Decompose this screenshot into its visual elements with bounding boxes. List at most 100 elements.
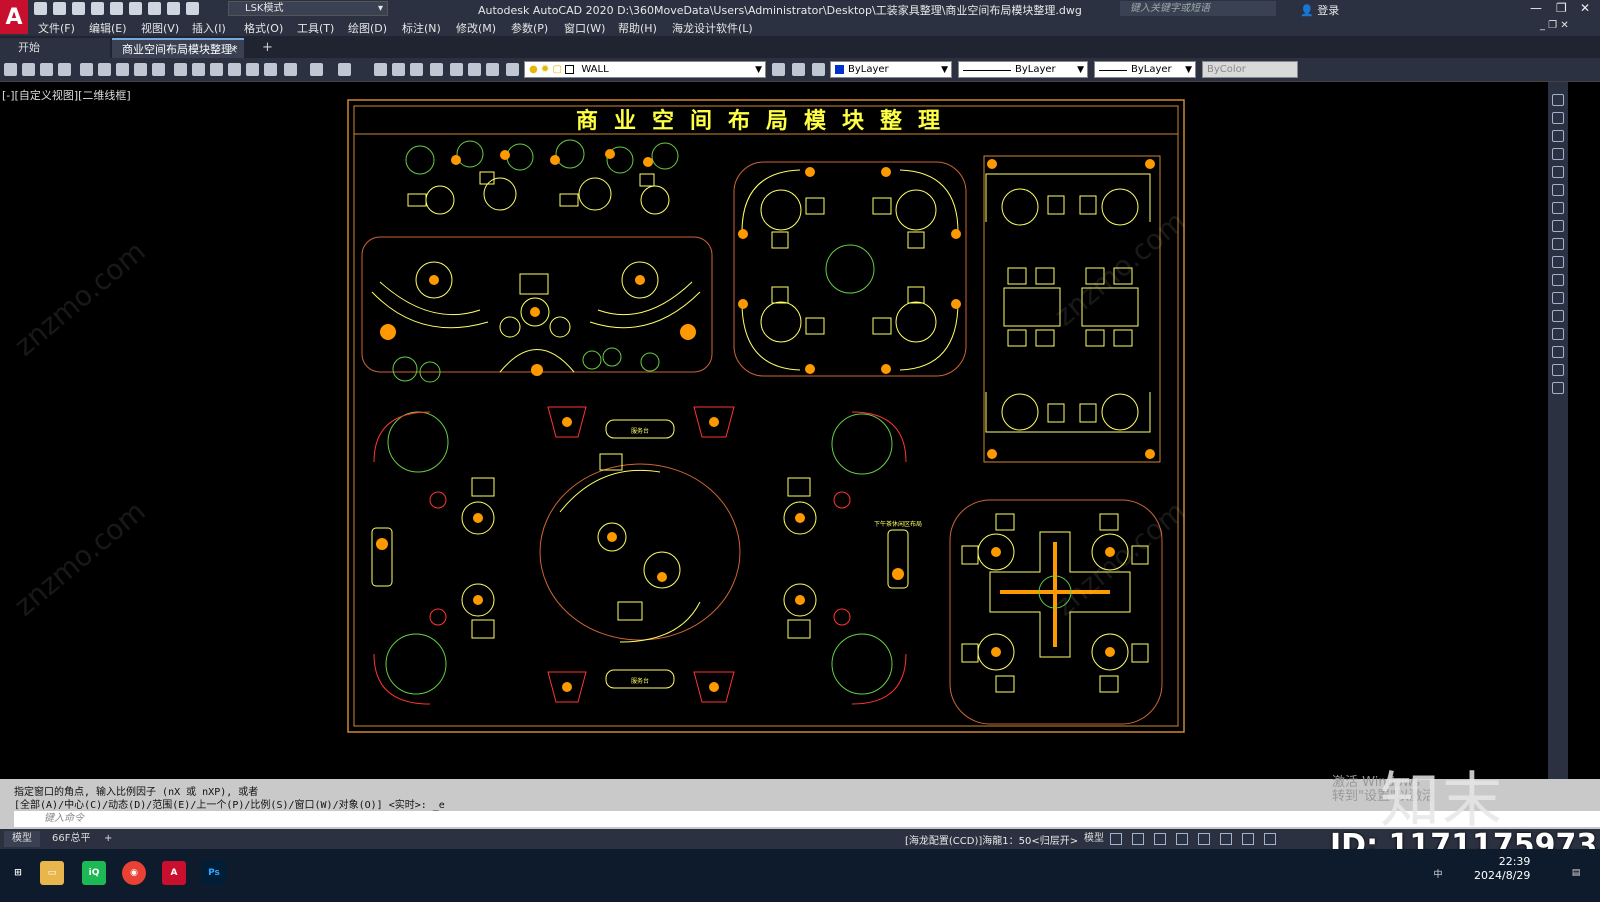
copy-icon[interactable] (134, 63, 147, 76)
tab-document[interactable]: 商业空间布局模块整理* × (112, 38, 244, 58)
menu-edit[interactable]: 编辑(E) (89, 20, 127, 36)
design-center-icon[interactable] (468, 63, 481, 76)
plot-icon[interactable] (129, 2, 142, 15)
doc-minimize-button[interactable]: _ ❐ ✕ (1540, 20, 1569, 31)
menu-view[interactable]: 视图(V) (141, 20, 179, 36)
menu-modify[interactable]: 修改(M) (456, 20, 496, 36)
block-editor-icon[interactable] (192, 63, 205, 76)
make-current-layer-icon[interactable] (772, 63, 785, 76)
insert-icon[interactable] (228, 63, 241, 76)
preview-icon[interactable] (80, 63, 93, 76)
menu-parameter[interactable]: 参数(P) (511, 20, 548, 36)
publish-icon[interactable] (110, 2, 123, 15)
command-input[interactable]: 键入命令 (14, 811, 1600, 827)
publish-icon[interactable] (98, 63, 111, 76)
close-icon[interactable]: × (229, 40, 238, 60)
match-properties-icon[interactable] (174, 63, 187, 76)
zoom-previous-icon[interactable] (430, 63, 443, 76)
iqiyi-icon[interactable]: iQ (82, 861, 106, 885)
menu-file[interactable]: 文件(F) (38, 20, 75, 36)
menu-insert[interactable]: 插入(I) (192, 20, 226, 36)
fillet-icon[interactable] (1552, 346, 1564, 358)
drawing-viewport[interactable]: [-][自定义视图][二维线框] 商业空间布局模块整理 服务台 服务台 下午茶休… (0, 82, 1548, 779)
save-as-icon[interactable] (91, 2, 104, 15)
new-icon[interactable] (4, 63, 17, 76)
menu-hailong[interactable]: 海龙设计软件(L) (672, 20, 753, 36)
pan-icon[interactable] (374, 63, 387, 76)
rotate-icon[interactable] (1552, 202, 1564, 214)
layer-manager-icon[interactable] (506, 63, 519, 76)
trim-icon[interactable] (1552, 256, 1564, 268)
redo-icon[interactable] (338, 63, 351, 76)
taskbar-clock[interactable]: 22:39 2024/8/29 (1474, 855, 1530, 883)
blend-icon[interactable] (1552, 364, 1564, 376)
autocad-taskbar-icon[interactable]: A (162, 861, 186, 885)
notification-icon[interactable]: ▤ (1566, 861, 1586, 885)
open-icon[interactable] (53, 2, 66, 15)
color-dropdown[interactable]: ByLayer ▼ (830, 61, 952, 78)
menu-draw[interactable]: 绘图(D) (348, 20, 387, 36)
move-icon[interactable] (1552, 184, 1564, 196)
color-icon[interactable] (284, 63, 297, 76)
osnap-icon[interactable] (1198, 833, 1210, 845)
copy-icon[interactable] (1552, 112, 1564, 124)
add-layout-button[interactable]: + (96, 831, 120, 847)
save-icon[interactable] (72, 2, 85, 15)
menu-tools[interactable]: 工具(T) (297, 20, 334, 36)
properties-icon[interactable] (450, 63, 463, 76)
block-icon[interactable] (210, 63, 223, 76)
extend-icon[interactable] (1552, 274, 1564, 286)
tab-start[interactable]: 开始 (0, 38, 110, 58)
annotation-icon[interactable] (1264, 833, 1276, 845)
text-icon[interactable] (246, 63, 259, 76)
lineweight-dropdown[interactable]: ByLayer ▼ (1094, 61, 1196, 78)
ortho-icon[interactable] (1154, 833, 1166, 845)
plot-icon[interactable] (58, 63, 71, 76)
autocad-logo-icon[interactable]: A (0, 0, 28, 34)
polar-icon[interactable] (1176, 833, 1188, 845)
break-icon[interactable] (1552, 292, 1564, 304)
add-tab-button[interactable]: + (262, 40, 273, 55)
layer-dropdown[interactable]: ● ✹ ▢ WALL ▼ (524, 61, 766, 78)
otrack-icon[interactable] (1220, 833, 1232, 845)
tab-model[interactable]: 模型 (4, 831, 40, 847)
close-button[interactable]: ✕ (1580, 1, 1590, 15)
undo-icon[interactable] (167, 2, 180, 15)
scale-icon[interactable] (1552, 220, 1564, 232)
join-icon[interactable] (1552, 310, 1564, 322)
explode-icon[interactable] (1552, 382, 1564, 394)
help-search-input[interactable]: 键入关键字或短语 (1120, 1, 1276, 16)
ime-indicator[interactable]: 中 (1430, 861, 1446, 885)
workspace-selector[interactable]: LSK模式 ▾ (228, 1, 388, 16)
offset-icon[interactable] (1552, 148, 1564, 160)
linetype-dropdown[interactable]: ByLayer ▼ (958, 61, 1088, 78)
mirror-icon[interactable] (1552, 130, 1564, 142)
photoshop-icon[interactable]: Ps (202, 861, 226, 885)
layer-previous-icon[interactable] (792, 63, 805, 76)
chamfer-icon[interactable] (1552, 328, 1564, 340)
menu-format[interactable]: 格式(O) (244, 20, 283, 36)
zoom-realtime-icon[interactable] (392, 63, 405, 76)
menu-help[interactable]: 帮助(H) (618, 20, 657, 36)
lineweight-toggle-icon[interactable] (1242, 833, 1254, 845)
open-icon[interactable] (22, 63, 35, 76)
new-icon[interactable] (34, 2, 47, 15)
array-icon[interactable] (1552, 166, 1564, 178)
tool-palette-icon[interactable] (486, 63, 499, 76)
undo-icon[interactable] (310, 63, 323, 76)
zoom-window-icon[interactable] (410, 63, 423, 76)
windows-start-icon[interactable]: ⊞ (6, 861, 30, 885)
cut-icon[interactable] (116, 63, 129, 76)
menu-window[interactable]: 窗口(W) (564, 20, 605, 36)
stretch-icon[interactable] (1552, 238, 1564, 250)
layer-state-icon[interactable] (812, 63, 825, 76)
table-icon[interactable] (264, 63, 277, 76)
print-icon[interactable] (148, 2, 161, 15)
save-icon[interactable] (40, 63, 53, 76)
tab-layout[interactable]: 66F总平 (44, 831, 98, 847)
chrome-icon[interactable]: ◉ (122, 861, 146, 885)
login-button[interactable]: 👤 登录 (1300, 2, 1339, 18)
minimize-button[interactable]: — (1530, 1, 1542, 15)
menu-dimension[interactable]: 标注(N) (402, 20, 441, 36)
maximize-button[interactable]: ❐ (1556, 1, 1567, 15)
